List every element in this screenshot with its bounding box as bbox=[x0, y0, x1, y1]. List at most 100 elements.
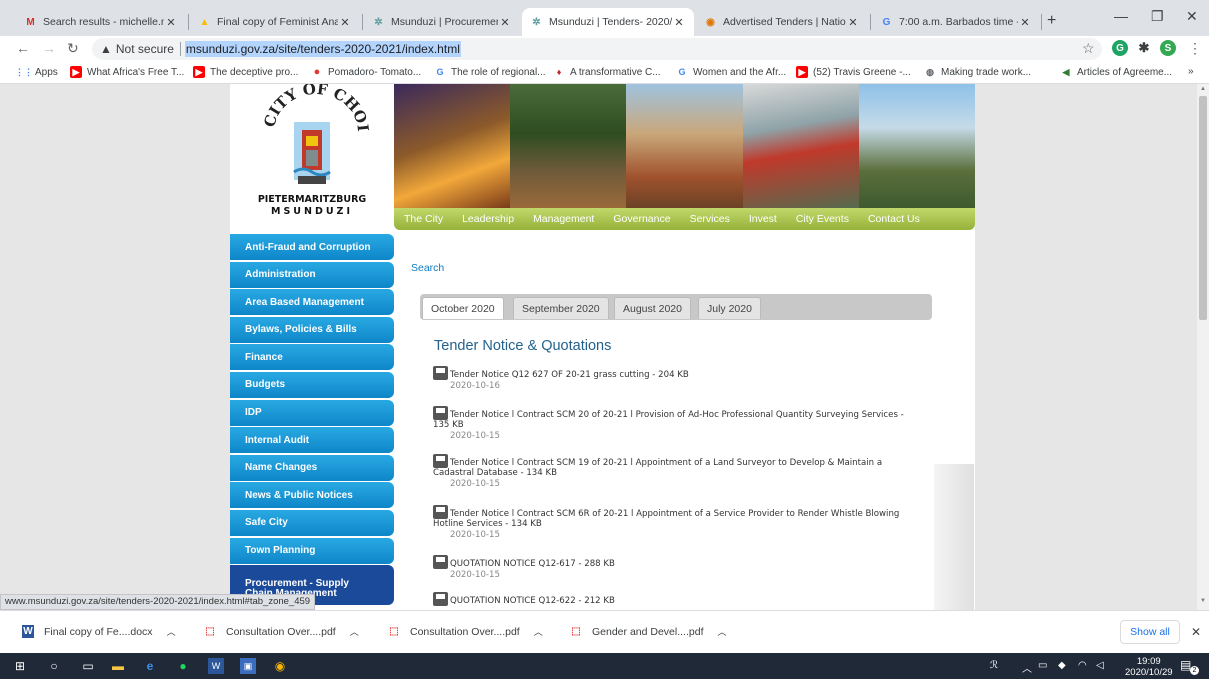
battery-icon[interactable]: ▭ bbox=[1038, 660, 1047, 671]
tab-september-2020[interactable]: September 2020 bbox=[513, 297, 609, 319]
sidebar-item-name-changes[interactable]: Name Changes bbox=[230, 454, 394, 481]
download-item[interactable]: ⬚ Consultation Over....pdf ︿ bbox=[388, 625, 543, 638]
bookmark-item[interactable]: ♦ A transformative C... bbox=[553, 66, 661, 78]
close-tab-icon[interactable]: ✕ bbox=[498, 16, 512, 29]
bookmark-star-icon[interactable]: ☆ bbox=[1082, 40, 1095, 57]
page-scrollbar[interactable]: ▲ ▼ bbox=[1197, 84, 1209, 610]
scroll-up-icon[interactable]: ▲ bbox=[1200, 86, 1206, 92]
word-icon[interactable]: W bbox=[208, 658, 224, 674]
browser-tab[interactable]: ◉ Advertised Tenders | Nationa ✕ bbox=[696, 8, 868, 36]
bookmark-item[interactable]: ● Pomadoro- Tomato... bbox=[311, 66, 422, 78]
nav-invest[interactable]: Invest bbox=[749, 213, 777, 225]
download-item[interactable]: ⬚ Consultation Over....pdf ︿ bbox=[204, 625, 358, 638]
sidebar-item-news[interactable]: News & Public Notices bbox=[230, 482, 394, 509]
wifi-icon[interactable]: ◠ bbox=[1078, 660, 1087, 671]
chrome-icon[interactable]: ◉ bbox=[272, 658, 288, 674]
task-view-icon[interactable]: ▭ bbox=[80, 658, 96, 674]
close-tab-icon[interactable]: ✕ bbox=[338, 16, 352, 29]
download-item[interactable]: W Final copy of Fe....docx ︿ bbox=[22, 625, 176, 638]
sidebar-item-anti-fraud[interactable]: Anti-Fraud and Corruption bbox=[230, 234, 394, 260]
tender-title[interactable]: Tender Notice l Contract SCM 6R of 20-21… bbox=[433, 509, 899, 529]
browser-tab[interactable]: G 7:00 a.m. Barbados time - Go ✕ bbox=[872, 8, 1040, 36]
tender-item[interactable]: QUOTATION NOTICE Q12-617 - 288 KB 2020-1… bbox=[433, 555, 913, 580]
close-tab-icon[interactable]: ✕ bbox=[672, 16, 686, 29]
sidebar-item-idp[interactable]: IDP bbox=[230, 399, 394, 426]
city-logo[interactable]: CITY OF CHOICE PIETERMARITZBURG MSUNDUZI bbox=[224, 84, 394, 228]
chevron-up-icon[interactable]: ︿ bbox=[718, 625, 727, 638]
extensions-icon[interactable]: ✱ bbox=[1136, 40, 1152, 56]
tray-chevron-icon[interactable]: ︿ bbox=[1022, 660, 1032, 675]
bookmark-item[interactable]: ◍ Making trade work... bbox=[924, 66, 1031, 78]
spotify-icon[interactable]: ● bbox=[175, 658, 191, 674]
bookmark-item[interactable]: ◀ Articles of Agreeme... bbox=[1060, 66, 1173, 78]
download-item[interactable]: ⬚ Gender and Devel....pdf ︿ bbox=[570, 625, 727, 638]
scroll-down-icon[interactable]: ▼ bbox=[1200, 598, 1206, 604]
system-clock[interactable]: 19:09 2020/10/29 bbox=[1125, 656, 1173, 678]
bookmark-item[interactable]: ⋮⋮ Apps bbox=[15, 66, 58, 78]
close-window-icon[interactable]: ✕ bbox=[1186, 8, 1198, 25]
bookmark-item[interactable]: ▶ What Africa's Free T... bbox=[70, 66, 184, 78]
browser-tab[interactable]: ✲ Msunduzi | Procurement - Su ✕ bbox=[364, 8, 520, 36]
search-icon[interactable]: ○ bbox=[46, 658, 62, 674]
nav-management[interactable]: Management bbox=[533, 213, 594, 225]
minimize-icon[interactable]: — bbox=[1114, 8, 1128, 24]
tender-item[interactable]: Tender Notice l Contract SCM 6R of 20-21… bbox=[433, 505, 913, 540]
tender-title[interactable]: QUOTATION NOTICE Q12-617 - 288 KB bbox=[450, 559, 615, 569]
sidebar-item-administration[interactable]: Administration bbox=[230, 261, 394, 288]
tender-title[interactable]: Tender Notice l Contract SCM 19 of 20-21… bbox=[433, 458, 882, 478]
tender-item[interactable]: Tender Notice Q12 627 OF 20-21 grass cut… bbox=[433, 366, 913, 391]
reload-icon[interactable]: ↻ bbox=[67, 40, 79, 57]
new-tab-icon[interactable]: + bbox=[1047, 12, 1056, 30]
tender-item[interactable]: QUOTATION NOTICE Q12-622 - 212 KB bbox=[433, 592, 913, 606]
tender-title[interactable]: QUOTATION NOTICE Q12-622 - 212 KB bbox=[450, 596, 615, 606]
menu-icon[interactable]: ⋮ bbox=[1188, 40, 1202, 57]
bookmark-item[interactable]: G The role of regional... bbox=[434, 66, 545, 78]
nav-services[interactable]: Services bbox=[690, 213, 730, 225]
sidebar-item-bylaws[interactable]: Bylaws, Policies & Bills bbox=[230, 316, 394, 343]
tender-item[interactable]: Tender Notice l Contract SCM 19 of 20-21… bbox=[433, 454, 913, 489]
maximize-icon[interactable]: ❐ bbox=[1151, 8, 1164, 25]
scrollbar-thumb[interactable] bbox=[1199, 96, 1207, 320]
file-explorer-icon[interactable]: ▬ bbox=[110, 658, 126, 674]
grammarly-icon[interactable]: G bbox=[1112, 40, 1128, 56]
show-all-downloads-button[interactable]: Show all bbox=[1120, 620, 1180, 644]
volume-icon[interactable]: ◁ bbox=[1096, 660, 1104, 671]
sidebar-item-budgets[interactable]: Budgets bbox=[230, 371, 394, 398]
people-icon[interactable]: ℛ bbox=[990, 660, 998, 671]
sidebar-item-safe-city[interactable]: Safe City bbox=[230, 509, 394, 536]
chevron-up-icon[interactable]: ︿ bbox=[534, 625, 543, 638]
bookmark-item[interactable]: G Women and the Afr... bbox=[676, 66, 786, 78]
sidebar-item-internal-audit[interactable]: Internal Audit bbox=[230, 427, 394, 454]
bookmarks-overflow-icon[interactable]: » bbox=[1188, 66, 1194, 77]
browser-tab-active[interactable]: ✲ Msunduzi | Tenders- 2020/20 ✕ bbox=[522, 8, 694, 36]
tender-title[interactable]: Tender Notice l Contract SCM 20 of 20-21… bbox=[433, 410, 904, 430]
windows-start-icon[interactable]: ⊞ bbox=[12, 658, 28, 674]
forward-icon[interactable]: → bbox=[42, 40, 56, 56]
browser-tab[interactable]: ▲ Final copy of Feminist Analy ✕ bbox=[190, 8, 360, 36]
dropbox-icon[interactable]: ◆ bbox=[1058, 660, 1066, 671]
chevron-up-icon[interactable]: ︿ bbox=[167, 625, 176, 638]
close-tab-icon[interactable]: ✕ bbox=[1018, 16, 1032, 29]
tender-item[interactable]: Tender Notice l Contract SCM 20 of 20-21… bbox=[433, 406, 913, 441]
app-icon[interactable]: ▣ bbox=[240, 658, 256, 674]
profile-avatar[interactable]: S bbox=[1160, 40, 1176, 56]
nav-city-events[interactable]: City Events bbox=[796, 213, 849, 225]
tab-october-2020[interactable]: October 2020 bbox=[422, 297, 504, 319]
bookmark-item[interactable]: ▶ (52) Travis Greene -... bbox=[796, 66, 911, 78]
close-tab-icon[interactable]: ✕ bbox=[164, 16, 178, 29]
nav-the-city[interactable]: The City bbox=[404, 213, 443, 225]
browser-tab[interactable]: M Search results - michelle.mar ✕ bbox=[16, 8, 186, 36]
sidebar-item-finance[interactable]: Finance bbox=[230, 344, 394, 371]
back-icon[interactable]: ← bbox=[16, 40, 30, 56]
address-bar[interactable]: ▲ Not secure msunduzi.gov.za/site/tender… bbox=[92, 38, 1102, 60]
search-link[interactable]: Search bbox=[411, 262, 444, 274]
tab-august-2020[interactable]: August 2020 bbox=[614, 297, 691, 319]
nav-contact-us[interactable]: Contact Us bbox=[868, 213, 920, 225]
bookmark-item[interactable]: ▶ The deceptive pro... bbox=[193, 66, 298, 78]
nav-governance[interactable]: Governance bbox=[613, 213, 670, 225]
tender-title[interactable]: Tender Notice Q12 627 OF 20-21 grass cut… bbox=[450, 370, 689, 380]
sidebar-item-town-planning[interactable]: Town Planning bbox=[230, 537, 394, 564]
nav-leadership[interactable]: Leadership bbox=[462, 213, 514, 225]
close-downloads-icon[interactable]: ✕ bbox=[1191, 625, 1201, 639]
edge-icon[interactable]: e bbox=[142, 658, 158, 674]
